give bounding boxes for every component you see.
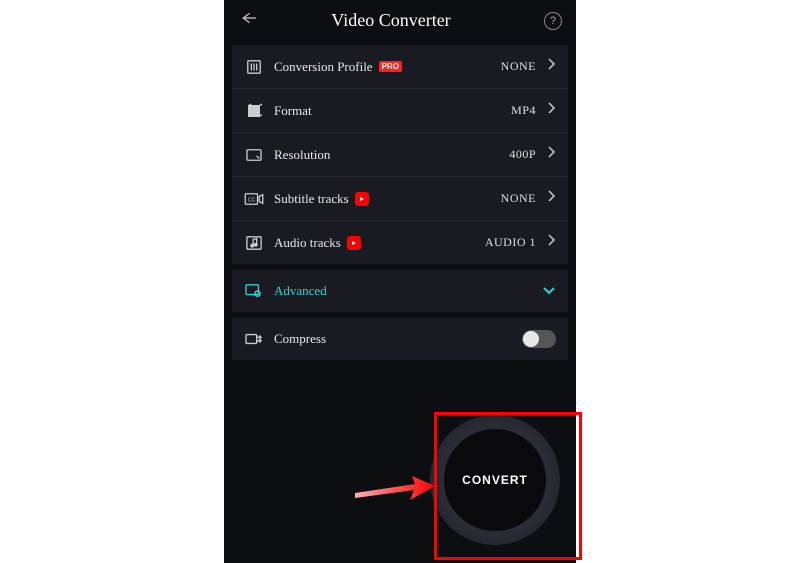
play-badge-icon <box>355 192 369 206</box>
row-label: Conversion ProfilePRO <box>274 59 491 75</box>
chevron-right-icon <box>546 233 556 252</box>
row-value: MP4 <box>511 103 536 118</box>
chevron-down-icon <box>542 282 556 300</box>
row-audio-tracks[interactable]: Audio tracks AUDIO 1 <box>232 221 568 264</box>
compress-icon <box>244 331 264 347</box>
compress-section: Compress <box>232 318 568 360</box>
advanced-section: Advanced <box>232 270 568 312</box>
sliders-icon <box>244 59 264 75</box>
chevron-right-icon <box>546 57 556 76</box>
compress-toggle[interactable] <box>522 330 556 348</box>
row-value: NONE <box>501 191 536 206</box>
resolution-icon <box>244 147 264 163</box>
row-value: AUDIO 1 <box>485 235 536 250</box>
row-label: Resolution <box>274 147 499 163</box>
play-badge-icon <box>347 236 361 250</box>
row-resolution[interactable]: Resolution 400P <box>232 133 568 177</box>
row-label: Advanced <box>274 283 532 299</box>
row-label: Format <box>274 103 501 119</box>
cc-icon: CC <box>244 191 264 207</box>
row-value: 400P <box>509 147 536 162</box>
row-format[interactable]: Format MP4 <box>232 89 568 133</box>
row-subtitle-tracks[interactable]: CC Subtitle tracks NONE <box>232 177 568 221</box>
row-label: Subtitle tracks <box>274 191 491 207</box>
bottom-area: CONVERT <box>224 360 576 563</box>
help-icon[interactable]: ? <box>544 12 562 30</box>
format-icon <box>244 103 264 119</box>
settings-list: Conversion ProfilePRO NONE Format MP4 Re… <box>232 45 568 264</box>
app-screen: Video Converter ? Conversion ProfilePRO … <box>224 0 576 563</box>
top-bar: Video Converter ? <box>224 0 576 39</box>
pro-badge: PRO <box>379 61 402 72</box>
page-title: Video Converter <box>252 10 530 31</box>
row-compress: Compress <box>232 318 568 360</box>
music-icon <box>244 235 264 251</box>
row-label: Audio tracks <box>274 235 475 251</box>
chevron-right-icon <box>546 189 556 208</box>
chevron-right-icon <box>546 145 556 164</box>
svg-text:CC: CC <box>248 197 256 203</box>
row-label: Compress <box>274 331 512 347</box>
convert-button[interactable]: CONVERT <box>430 415 560 545</box>
row-advanced[interactable]: Advanced <box>232 270 568 312</box>
row-value: NONE <box>501 59 536 74</box>
chevron-right-icon <box>546 101 556 120</box>
row-conversion-profile[interactable]: Conversion ProfilePRO NONE <box>232 45 568 89</box>
advanced-icon <box>244 283 264 299</box>
